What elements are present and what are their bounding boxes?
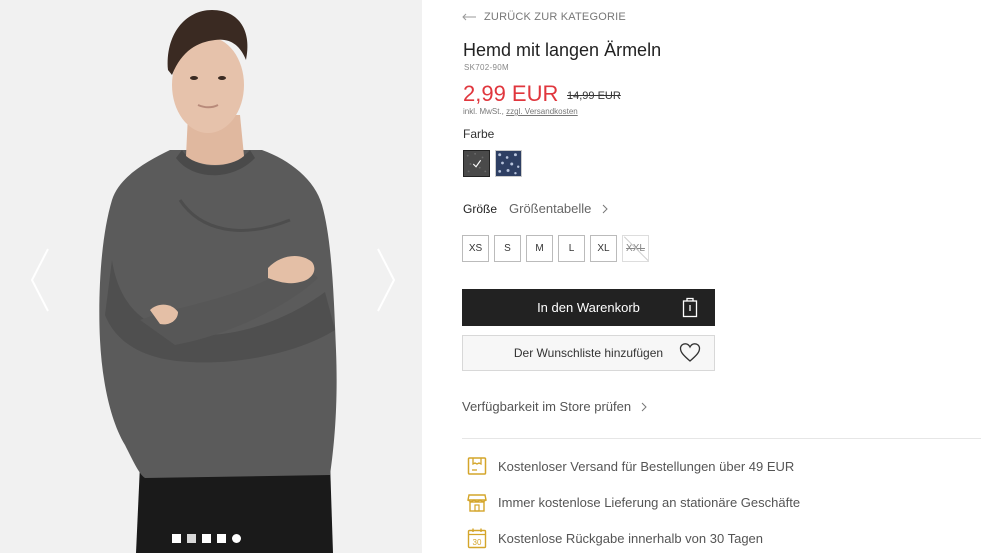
product-photo	[0, 0, 422, 553]
tax-note: inkl. MwSt., zzgl. Versandkosten	[463, 107, 578, 116]
product-sku: SK702-90M	[464, 63, 509, 72]
gallery-dot-active[interactable]	[187, 534, 196, 543]
size-option-xs[interactable]: XS	[462, 235, 489, 262]
benefit-text: Immer kostenlose Lieferung an stationäre…	[498, 494, 801, 510]
product-details: ZURÜCK ZUR KATEGORIE Hemd mit langen Ärm…	[462, 0, 981, 553]
size-option-xxl: XXL	[622, 235, 649, 262]
divider	[462, 438, 981, 439]
benefit-free-returns: 30 Kostenlose Rückgabe innerhalb von 30 …	[467, 527, 763, 549]
size-option-xl[interactable]: XL	[590, 235, 617, 262]
size-table-link[interactable]: Größentabelle	[509, 201, 591, 216]
gallery-dot[interactable]	[217, 534, 226, 543]
back-label: ZURÜCK ZUR KATEGORIE	[484, 11, 626, 23]
color-swatch-blue[interactable]	[495, 150, 522, 177]
back-to-category-link[interactable]: ZURÜCK ZUR KATEGORIE	[462, 11, 626, 23]
shopping-bag-icon	[682, 297, 698, 318]
chevron-right-icon[interactable]	[370, 245, 400, 315]
size-option-s[interactable]: S	[494, 235, 521, 262]
benefit-text: Kostenlose Rückgabe innerhalb von 30 Tag…	[498, 530, 764, 546]
size-options: XS S M L XL XXL	[462, 235, 649, 262]
shipping-box-icon	[467, 457, 487, 475]
chevron-right-icon	[641, 402, 647, 411]
chevron-right-icon	[603, 204, 609, 213]
availability-label: Verfügbarkeit im Store prüfen	[462, 399, 632, 414]
add-to-cart-label: In den Warenkorb	[537, 300, 640, 315]
benefit-store-delivery: Immer kostenlose Lieferung an stationäre…	[467, 491, 800, 513]
calendar-30-icon: 30	[467, 528, 487, 549]
color-label: Farbe	[463, 127, 495, 141]
tax-prefix: inkl. MwSt.,	[463, 107, 507, 116]
shipping-costs-link[interactable]: zzgl. Versandkosten	[506, 107, 578, 116]
size-label: Größe	[463, 201, 498, 216]
benefit-text: Kostenloser Versand für Bestellungen übe…	[498, 458, 795, 474]
add-to-cart-button[interactable]: In den Warenkorb	[462, 289, 715, 326]
current-price: 2,99 EUR	[463, 81, 559, 106]
wishlist-label: Der Wunschliste hinzufügen	[513, 346, 664, 360]
product-gallery	[0, 0, 422, 553]
heart-icon	[679, 343, 701, 362]
check-store-availability-link[interactable]: Verfügbarkeit im Store prüfen	[462, 399, 647, 414]
arrow-left-icon	[462, 13, 476, 21]
color-swatch-grey[interactable]	[463, 150, 490, 177]
size-row: Größe Größentabelle	[463, 201, 609, 216]
product-title: Hemd mit langen Ärmeln	[463, 40, 662, 60]
size-option-m[interactable]: M	[526, 235, 553, 262]
store-icon	[467, 494, 487, 512]
old-price: 14,99 EUR	[567, 90, 621, 102]
benefit-free-shipping: Kostenloser Versand für Bestellungen übe…	[467, 455, 794, 477]
gallery-dot[interactable]	[232, 534, 241, 543]
gallery-dots	[172, 534, 241, 543]
chevron-left-icon[interactable]	[26, 245, 56, 315]
gallery-dot[interactable]	[172, 534, 181, 543]
svg-text:30: 30	[473, 538, 482, 547]
gallery-dot[interactable]	[202, 534, 211, 543]
add-to-wishlist-button[interactable]: Der Wunschliste hinzufügen	[462, 335, 715, 371]
size-option-l[interactable]: L	[558, 235, 585, 262]
